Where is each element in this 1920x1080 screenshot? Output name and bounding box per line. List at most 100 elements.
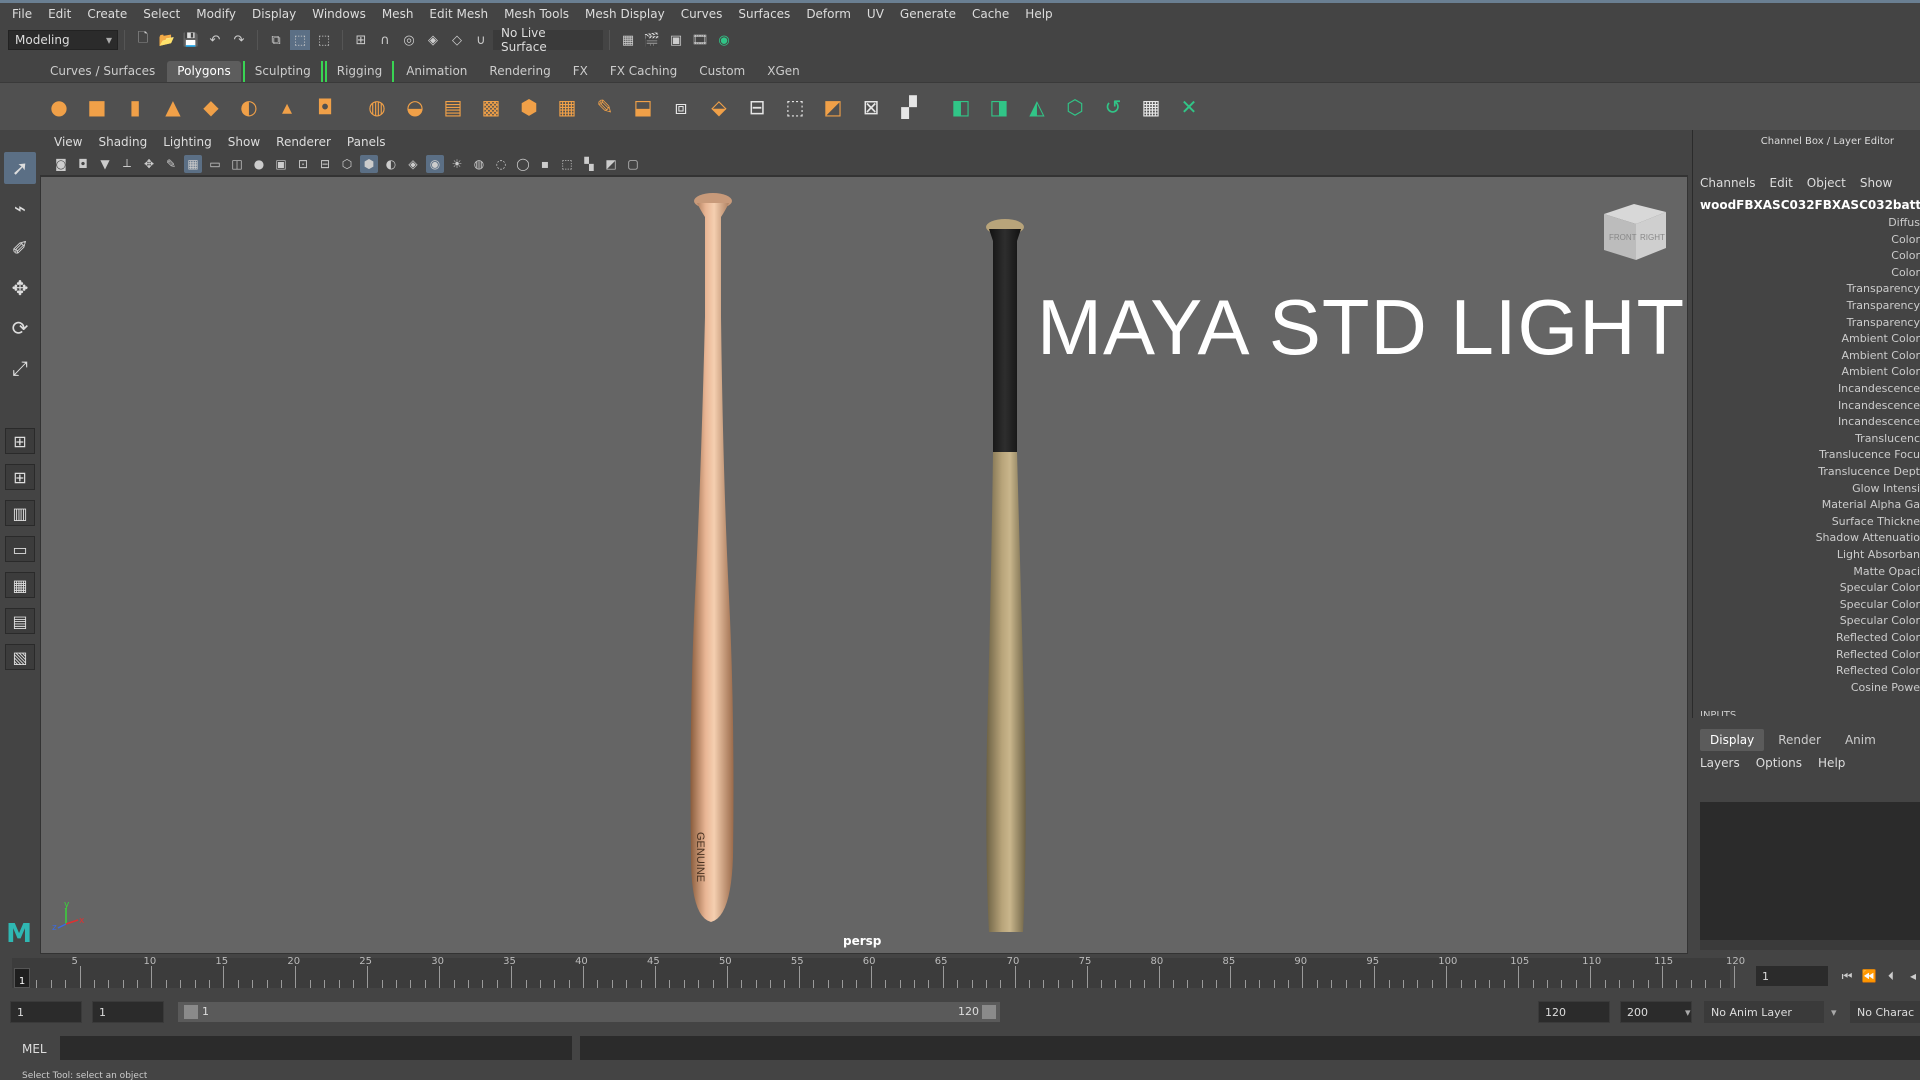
- step-back-key-icon[interactable]: ⏪: [1858, 966, 1880, 986]
- layer-tab-display[interactable]: Display: [1700, 729, 1765, 751]
- snap-surface-icon[interactable]: ◇: [447, 30, 467, 50]
- open-scene-icon[interactable]: 📂: [157, 30, 177, 50]
- field-chart-icon[interactable]: ▣: [272, 155, 290, 173]
- menu-modify[interactable]: Modify: [188, 7, 244, 21]
- menu-deform[interactable]: Deform: [798, 7, 859, 21]
- attribute-translucenc[interactable]: Translucenc: [1855, 432, 1920, 445]
- live-surface-field[interactable]: No Live Surface: [493, 26, 603, 54]
- bookmark-icon[interactable]: ▼: [96, 155, 114, 173]
- select-component-icon[interactable]: ⬚: [314, 30, 334, 50]
- attribute-shadow-attenuatio[interactable]: Shadow Attenuatio: [1816, 531, 1920, 544]
- shelf-tab-animation[interactable]: Animation: [396, 61, 477, 82]
- bevel-icon[interactable]: ⬙: [703, 91, 735, 123]
- gate-mask-icon[interactable]: ●: [250, 155, 268, 173]
- redo-icon[interactable]: ↷: [229, 30, 249, 50]
- channel-menu-edit[interactable]: Edit: [1770, 176, 1793, 190]
- shelf-tab-rigging[interactable]: Rigging: [324, 61, 395, 82]
- menu-create[interactable]: Create: [79, 7, 135, 21]
- range-start-handle[interactable]: [184, 1005, 198, 1019]
- persp-outliner-layout-icon[interactable]: ▭: [5, 536, 35, 562]
- attribute-reflected-color[interactable]: Reflected Color: [1836, 664, 1920, 677]
- attribute-incandescence[interactable]: Incandescence: [1838, 382, 1920, 395]
- menu-curves[interactable]: Curves: [673, 7, 731, 21]
- inputs-section-label[interactable]: INPUTS: [1700, 710, 1736, 716]
- two-pane-side-layout-icon[interactable]: ▥: [5, 500, 35, 526]
- viewport-menu-show[interactable]: Show: [220, 135, 268, 149]
- wireframe-icon[interactable]: ⬡: [338, 155, 356, 173]
- playback-end-field[interactable]: 120: [1538, 1001, 1610, 1023]
- new-scene-icon[interactable]: 🗋: [133, 30, 153, 50]
- attribute-transparency[interactable]: Transparency: [1847, 316, 1920, 329]
- uv-unfold-icon[interactable]: ✕: [1173, 91, 1205, 123]
- hypershade-layout-icon[interactable]: ▧: [5, 644, 35, 670]
- attribute-ambient-color[interactable]: Ambient Color: [1841, 349, 1920, 362]
- combine-icon[interactable]: ◍: [361, 91, 393, 123]
- attribute-ambient-color[interactable]: Ambient Color: [1841, 365, 1920, 378]
- snap-point-icon[interactable]: ◎: [399, 30, 419, 50]
- attribute-translucence-dept[interactable]: Translucence Dept: [1818, 465, 1920, 478]
- playback-range-bar[interactable]: [178, 1002, 1000, 1022]
- menu-display[interactable]: Display: [244, 7, 304, 21]
- layer-list[interactable]: [1700, 802, 1920, 940]
- select-hierarchy-icon[interactable]: ⧉: [266, 30, 286, 50]
- menu-select[interactable]: Select: [135, 7, 188, 21]
- separate-icon[interactable]: ◒: [399, 91, 431, 123]
- channel-menu-show[interactable]: Show: [1860, 176, 1892, 190]
- shelf-tab-curves-surfaces[interactable]: Curves / Surfaces: [40, 61, 165, 82]
- current-frame-marker[interactable]: 1: [14, 968, 30, 988]
- shelf-tab-fx[interactable]: FX: [563, 61, 598, 82]
- attribute-specular-color[interactable]: Specular Color: [1840, 598, 1920, 611]
- viewport-menu-panels[interactable]: Panels: [339, 135, 394, 149]
- range-end-handle[interactable]: [982, 1005, 996, 1019]
- attribute-transparency[interactable]: Transparency: [1847, 299, 1920, 312]
- attribute-specular-color[interactable]: Specular Color: [1840, 581, 1920, 594]
- menu-generate[interactable]: Generate: [892, 7, 964, 21]
- attribute-color[interactable]: Color: [1891, 249, 1920, 262]
- channel-menu-channels[interactable]: Channels: [1700, 176, 1756, 190]
- attribute-glow-intensi[interactable]: Glow Intensi: [1852, 482, 1920, 495]
- image-plane-icon[interactable]: ⟂: [118, 155, 136, 173]
- scale-tool-icon[interactable]: ⤢: [4, 352, 36, 384]
- merge-icon[interactable]: ▞: [893, 91, 925, 123]
- layer-tab-render[interactable]: Render: [1768, 729, 1831, 751]
- magnet-icon[interactable]: ∪: [471, 30, 491, 50]
- shadows-icon[interactable]: ☀: [448, 155, 466, 173]
- menu-mesh-display[interactable]: Mesh Display: [577, 7, 673, 21]
- poly-plane-icon[interactable]: ◆: [195, 91, 227, 123]
- shelf-tab-sculpting[interactable]: Sculpting: [242, 61, 323, 82]
- shelf-tab-rendering[interactable]: Rendering: [479, 61, 560, 82]
- shelf-tab-xgen[interactable]: XGen: [757, 61, 810, 82]
- layer-tab-anim[interactable]: Anim: [1835, 729, 1886, 751]
- attribute-reflected-color[interactable]: Reflected Color: [1836, 631, 1920, 644]
- rotate-tool-icon[interactable]: ⟳: [4, 312, 36, 344]
- uv-editor-icon[interactable]: ↺: [1097, 91, 1129, 123]
- outliner-persp-layout-icon[interactable]: ▤: [5, 608, 35, 634]
- animation-start-field[interactable]: 1: [10, 1001, 82, 1023]
- go-to-start-icon[interactable]: ⏮: [1836, 966, 1858, 986]
- menu-surfaces[interactable]: Surfaces: [730, 7, 798, 21]
- selected-object-name[interactable]: woodFBXASC032FBXASC032batt: [1700, 198, 1920, 212]
- bridge-icon[interactable]: ⧈: [665, 91, 697, 123]
- safe-action-icon[interactable]: ⊡: [294, 155, 312, 173]
- shelf-tab-fx-caching[interactable]: FX Caching: [600, 61, 687, 82]
- xray-joints-icon[interactable]: ◩: [602, 155, 620, 173]
- channel-menu-object[interactable]: Object: [1807, 176, 1846, 190]
- attribute-cosine-powe[interactable]: Cosine Powe: [1851, 681, 1920, 694]
- attribute-translucence-focu[interactable]: Translucence Focu: [1819, 448, 1920, 461]
- isolate-select-icon[interactable]: ⬚: [558, 155, 576, 173]
- extract-icon[interactable]: ▤: [437, 91, 469, 123]
- viewport-menu-shading[interactable]: Shading: [90, 135, 155, 149]
- menu-set-selector[interactable]: Modeling ▾: [8, 30, 118, 50]
- target-weld-icon[interactable]: ⊠: [855, 91, 887, 123]
- planar-mapping-icon[interactable]: ◧: [945, 91, 977, 123]
- camera-icon[interactable]: ◙: [52, 155, 70, 173]
- aluminum-bat[interactable]: [986, 219, 1026, 932]
- wood-bat[interactable]: [690, 193, 734, 922]
- anim-layer-dropdown[interactable]: ▾ No Anim Layer: [1685, 1001, 1824, 1023]
- poly-sphere-icon[interactable]: ●: [43, 91, 75, 123]
- menu-mesh[interactable]: Mesh: [374, 7, 422, 21]
- grease-pencil-icon[interactable]: ✎: [162, 155, 180, 173]
- render-settings-icon[interactable]: ▦: [618, 30, 638, 50]
- paint-select-tool-icon[interactable]: ✐: [4, 232, 36, 264]
- animation-end-field[interactable]: 200: [1620, 1001, 1692, 1023]
